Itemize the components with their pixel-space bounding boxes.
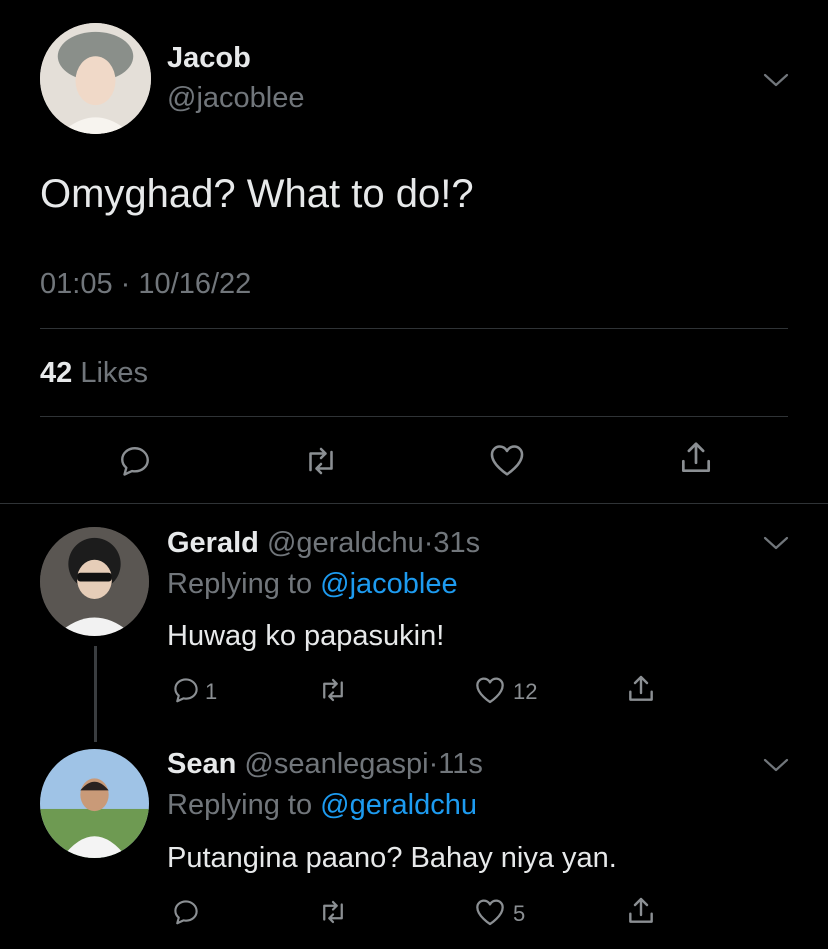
retweet-icon[interactable] xyxy=(316,675,350,705)
header-separator: · xyxy=(428,748,439,780)
tweet-timestamp: 01:05 · 10/16/22 xyxy=(40,268,251,301)
reply-text: Huwag ko papasukin! xyxy=(167,620,445,652)
section-divider xyxy=(0,503,828,504)
share-icon[interactable] xyxy=(625,673,657,705)
reply-header: Gerald @geraldchu·31s xyxy=(167,527,480,560)
share-icon[interactable] xyxy=(677,439,715,477)
retweet-icon[interactable] xyxy=(301,443,341,479)
author-name[interactable]: Jacob xyxy=(167,42,251,75)
chevron-down-icon[interactable] xyxy=(763,535,789,551)
retweet-icon[interactable] xyxy=(316,897,350,927)
reply-age: 11s xyxy=(438,748,483,780)
chevron-down-icon[interactable] xyxy=(763,757,789,773)
reply-icon[interactable] xyxy=(117,443,153,479)
heart-icon[interactable] xyxy=(474,675,506,705)
divider xyxy=(40,328,788,329)
reply-author-handle[interactable]: @geraldchu xyxy=(267,527,424,559)
likes-count: 42 xyxy=(40,357,73,389)
reply-author-handle[interactable]: @seanlegaspi xyxy=(244,748,428,780)
avatar-sean[interactable] xyxy=(40,749,149,858)
reply-author-name[interactable]: Sean xyxy=(167,748,236,780)
replying-handle-link[interactable]: @jacoblee xyxy=(320,568,457,600)
replying-prefix: Replying to xyxy=(167,568,313,600)
reply-age: 31s xyxy=(433,527,481,559)
heart-icon[interactable] xyxy=(488,442,526,478)
reply-author-name[interactable]: Gerald xyxy=(167,527,259,559)
timestamp-separator: · xyxy=(120,268,131,300)
chevron-down-icon[interactable] xyxy=(763,72,789,88)
avatar-jacob[interactable] xyxy=(40,23,151,134)
tweet-time: 01:05 xyxy=(40,268,113,300)
likes-label: Likes xyxy=(80,357,149,389)
tweet-text: Omyghad? What to do!? xyxy=(40,172,474,216)
replying-handle-link[interactable]: @geraldchu xyxy=(320,789,477,821)
avatar-gerald[interactable] xyxy=(40,527,149,636)
likes-stat[interactable]: 42 Likes xyxy=(40,357,148,390)
replying-to: Replying to @geraldchu xyxy=(167,789,477,822)
thread-line xyxy=(94,646,97,742)
reply-header: Sean @seanlegaspi·11s xyxy=(167,748,483,781)
share-icon[interactable] xyxy=(625,895,657,927)
reply-icon[interactable] xyxy=(171,675,201,705)
replying-prefix: Replying to xyxy=(167,789,313,821)
reply-count: 1 xyxy=(205,679,218,704)
tweet-date: 10/16/22 xyxy=(138,268,252,300)
header-separator: · xyxy=(423,527,434,559)
reply-text: Putangina paano? Bahay niya yan. xyxy=(167,842,617,874)
replying-to: Replying to @jacoblee xyxy=(167,568,458,601)
like-count: 5 xyxy=(513,901,526,926)
author-handle[interactable]: @jacoblee xyxy=(167,82,304,115)
reply-icon[interactable] xyxy=(171,897,201,927)
heart-icon[interactable] xyxy=(474,897,506,927)
divider xyxy=(40,416,788,417)
like-count: 12 xyxy=(513,679,538,704)
